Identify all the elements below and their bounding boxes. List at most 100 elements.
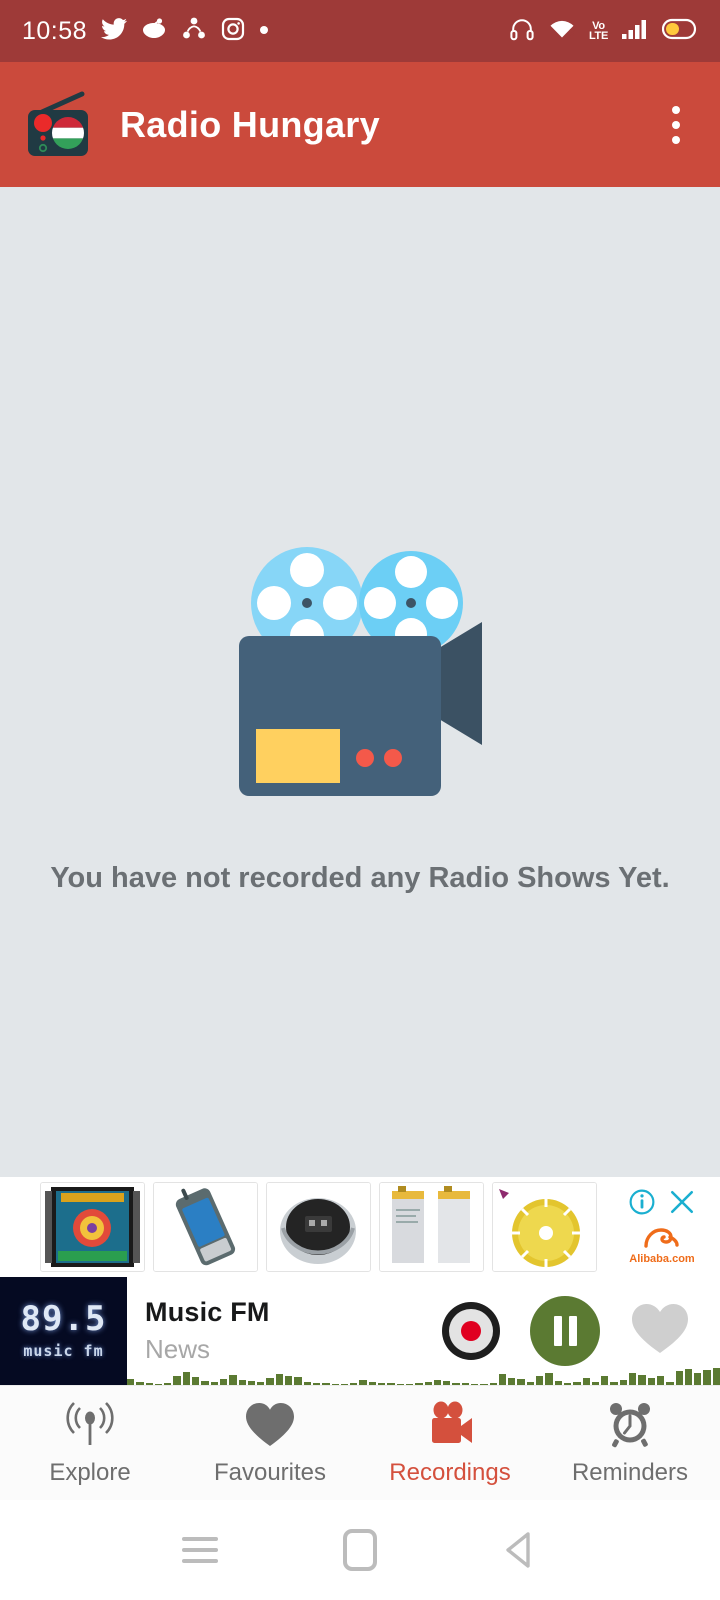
visualizer-bar [350,1383,358,1385]
visualizer-bar [275,1374,284,1385]
visualizer-bar [489,1383,497,1385]
visualizer-bar [601,1376,609,1385]
reddit-icon [141,17,167,45]
visualizer-bar [378,1383,386,1385]
volte-icon: Vo LTE [588,20,608,42]
battery-icon [661,18,698,45]
close-icon[interactable] [669,1189,695,1220]
status-bar-right: Vo LTE [509,17,698,46]
nav-item-explore[interactable]: Explore [0,1399,180,1487]
visualizer-bar [452,1383,460,1385]
video-camera-icon [424,1399,476,1451]
visualizer-bar [461,1383,469,1385]
heart-icon [244,1399,296,1451]
page-title: Radio Hungary [120,103,380,145]
visualizer-bar [229,1375,237,1385]
app-bar: Radio Hungary [0,62,720,187]
visualizer-bar [415,1383,423,1385]
visualizer-bar [666,1382,674,1385]
artwork-frequency: 89.5 [20,1299,107,1339]
visualizer-bar [340,1384,349,1385]
visualizer-bar [582,1378,590,1385]
ad-thumb-battery-pack[interactable] [379,1182,484,1272]
movie-camera-icon [210,510,510,800]
visualizer-bar [424,1382,432,1385]
signal-icon [621,17,649,46]
home-icon[interactable] [320,1520,400,1580]
visualizer-bar [619,1380,628,1385]
nav-item-reminders[interactable]: Reminders [540,1399,720,1487]
visualizer-bar [173,1376,181,1385]
artwork-name: music fm [23,1342,104,1360]
ad-thumb-robot-vacuum[interactable] [266,1182,371,1272]
nav-label-recordings: Recordings [389,1459,511,1486]
visualizer-bar [294,1377,302,1385]
ad-thumb-rugged-phone[interactable] [153,1182,258,1272]
visualizer-bar [368,1382,377,1385]
app-screen: 10:58 Vo LTE Radio Hungary You have not … [0,0,720,1600]
visualizer-bar [219,1379,228,1385]
visualizer-bar [154,1384,163,1385]
visualizer-bar [470,1384,479,1385]
visualizer-bar [322,1383,330,1385]
empty-state: You have not recorded any Radio Shows Ye… [50,510,670,895]
ad-thumb-slot-machine[interactable] [40,1182,145,1272]
favourite-heart-button[interactable] [630,1301,690,1362]
recents-icon[interactable] [160,1520,240,1580]
bottom-navigation: Explore Favourites Recordings Reminders [0,1385,720,1500]
visualizer-bar [517,1379,525,1385]
twitter-icon [101,17,128,45]
visualizer-bar [331,1384,339,1385]
ad-thumbnails [40,1181,604,1273]
visualizer-bar [396,1384,404,1385]
player-controls [442,1296,720,1366]
nav-label-favourites: Favourites [213,1459,327,1486]
visualizer-bar [703,1370,711,1385]
system-navigation-bar [0,1500,720,1600]
nav-item-recordings[interactable]: Recordings [360,1399,540,1487]
visualizer-bar [508,1378,516,1385]
dot-icon [259,22,269,40]
ad-controls: Alibaba.com [604,1181,714,1273]
visualizer-bar [647,1378,655,1385]
visualizer-bar [266,1378,274,1385]
overflow-menu-icon[interactable] [664,98,688,152]
visualizer-bar [238,1380,246,1385]
ad-thumb-saw-blade[interactable] [492,1182,597,1272]
mini-player: 89.5 music fm Music FM News [0,1277,720,1385]
status-bar-left: 10:58 [22,17,269,46]
visualizer-bar [257,1382,265,1385]
visualizer-bar [312,1383,321,1385]
alibaba-logo[interactable]: Alibaba.com [629,1224,695,1265]
nav-item-favourites[interactable]: Favourites [180,1399,360,1487]
visualizer-bar [656,1376,665,1385]
main-content: You have not recorded any Radio Shows Ye… [0,187,720,1277]
visualizer-bar [247,1381,256,1385]
visualizer-bar [536,1376,544,1385]
audio-visualizer [127,1361,720,1385]
visualizer-bar [164,1383,172,1385]
station-artwork: 89.5 music fm [0,1277,127,1385]
shareit-icon [181,17,207,46]
ad-icon-row [629,1189,695,1220]
visualizer-bar [573,1382,581,1385]
nav-label-reminders: Reminders [571,1459,689,1486]
info-icon[interactable] [629,1189,655,1220]
visualizer-bar [563,1383,572,1385]
visualizer-bar [591,1382,600,1385]
visualizer-bar [554,1381,562,1385]
visualizer-bar [433,1380,442,1385]
station-name: Music FM [145,1297,270,1327]
visualizer-bar [638,1375,646,1385]
pause-button[interactable] [530,1296,600,1366]
ad-banner[interactable]: Alibaba.com [0,1177,720,1277]
visualizer-bar [210,1382,218,1385]
record-button[interactable] [442,1302,500,1360]
player-meta[interactable]: Music FM News [127,1297,442,1365]
visualizer-bar [192,1377,200,1385]
status-bar-clock: 10:58 [22,16,88,45]
back-icon[interactable] [480,1520,560,1580]
alarm-clock-icon [604,1399,656,1451]
visualizer-bar [387,1383,395,1385]
visualizer-bar [694,1373,702,1385]
